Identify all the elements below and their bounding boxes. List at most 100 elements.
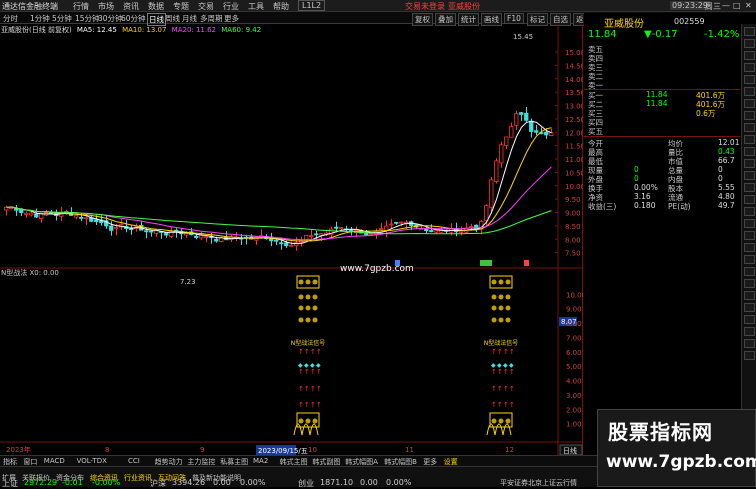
sidebar-icon[interactable]: [744, 327, 755, 336]
sidebar-icon[interactable]: [744, 339, 755, 348]
sidebar-icon[interactable]: [744, 183, 755, 192]
price-axis-label: 12.50: [565, 116, 583, 124]
time-axis-label: 11: [405, 446, 414, 454]
indicator-title: N型战法 X0: 0.00: [1, 269, 59, 277]
period-more[interactable]: 更多: [224, 13, 239, 24]
close-icon[interactable]: ✕: [745, 1, 752, 10]
signal-coin: [505, 294, 511, 300]
sidebar-icon[interactable]: [744, 207, 755, 216]
period-15min[interactable]: 15分钟: [75, 13, 100, 24]
sidebar-icon[interactable]: [744, 63, 755, 72]
sidebar-icon[interactable]: [744, 279, 755, 288]
period-5min[interactable]: 5分钟: [52, 13, 72, 24]
period-weekly[interactable]: 周线: [165, 13, 180, 24]
cy-label[interactable]: 创业: [298, 478, 314, 489]
candle-body: [289, 244, 294, 247]
stats-row: 收益(三) 0.180 PE(动) 49.7: [586, 201, 740, 211]
sidebar-icon[interactable]: [744, 315, 755, 324]
hs-value: 3394.26: [172, 478, 206, 487]
price-axis-label: 13.50: [565, 89, 583, 97]
hs-label[interactable]: 沪深: [150, 478, 166, 489]
ma5-line: [6, 120, 552, 245]
maximize-icon[interactable]: □: [733, 1, 741, 10]
candle-body: [529, 120, 534, 132]
cy-pct: 0.00%: [386, 478, 412, 487]
indicator-tab[interactable]: MACD: [44, 457, 65, 465]
sidebar-icon[interactable]: [744, 195, 755, 204]
kline-chart[interactable]: 15.00 14.50 14.00 13.50 13.00 12.50 12.00 11.50…: [0, 24, 586, 456]
sidebar-icon[interactable]: [744, 231, 755, 240]
menu-help[interactable]: 帮助: [273, 1, 289, 12]
indicator-tab[interactable]: MA2: [253, 457, 268, 465]
promo-title: 股票指标网: [608, 420, 713, 444]
sidebar-icon[interactable]: [744, 291, 755, 300]
sidebar-icon[interactable]: [744, 111, 755, 120]
sidebar-icon[interactable]: [744, 159, 755, 168]
up-arrow-icon: ↑: [491, 348, 497, 356]
extension-tab[interactable]: 行业资讯: [124, 473, 152, 483]
menu-quote[interactable]: 行情: [73, 1, 89, 12]
sidebar-icon[interactable]: [744, 39, 755, 48]
sidebar-icon[interactable]: [744, 219, 755, 228]
menu-market[interactable]: 市场: [98, 1, 114, 12]
sidebar-icon[interactable]: [744, 87, 755, 96]
ma-legend: 亚威股份(日线 前复权) MA5: 12.45 MA10: 13.07 MA20…: [1, 25, 264, 35]
period-monthly[interactable]: 月线: [182, 13, 197, 24]
chart-area[interactable]: 15.00 14.50 14.00 13.50 13.00 12.50 12.00 11.50…: [0, 24, 586, 456]
up-arrow-icon: ↑: [310, 401, 316, 409]
indicator-axis-label: 10.00: [566, 291, 583, 299]
period-60min[interactable]: 60分钟: [121, 13, 146, 24]
level-box[interactable]: L1L2: [298, 0, 326, 11]
sh-label[interactable]: 上证: [2, 478, 18, 489]
sidebar-icon[interactable]: [744, 147, 755, 156]
up-arrow-icon: ↑: [491, 368, 497, 376]
up-arrow-icon: ↑: [497, 401, 503, 409]
menu-data[interactable]: 数据: [148, 1, 164, 12]
minimize-icon[interactable]: —: [722, 1, 730, 10]
period-1min[interactable]: 1分钟: [30, 13, 50, 24]
price-axis-label: 11.00: [565, 156, 583, 164]
sidebar-icon[interactable]: [744, 267, 755, 276]
up-arrow-icon: ↑: [304, 401, 310, 409]
candle-body: [319, 233, 324, 236]
menu-industry[interactable]: 行业: [223, 1, 239, 12]
indicator-axis-label: 7.00: [566, 334, 582, 342]
menu-tools[interactable]: 工具: [248, 1, 264, 12]
sidebar-icon[interactable]: [744, 51, 755, 60]
price-axis-label: 8.50: [565, 223, 581, 231]
event-marker: [480, 260, 492, 266]
sidebar-icon[interactable]: [744, 303, 755, 312]
f10-button[interactable]: F10: [504, 13, 524, 24]
up-arrow-icon: ↑: [503, 385, 509, 393]
menu-trade[interactable]: 交易: [198, 1, 214, 12]
indicator-tab[interactable]: CCI: [128, 457, 140, 465]
indicator-axis-label: 3.00: [566, 392, 582, 400]
indicator-tab[interactable]: VOL-TDX: [77, 457, 107, 465]
sidebar-icon[interactable]: [744, 135, 755, 144]
sidebar-icon[interactable]: [744, 123, 755, 132]
sidebar-icon[interactable]: [744, 255, 755, 264]
sidebar-icon[interactable]: [744, 171, 755, 180]
ma20-line: [6, 166, 552, 241]
sidebar-icon[interactable]: [744, 243, 755, 252]
sidebar-icon[interactable]: [744, 27, 755, 36]
period-fenshi[interactable]: 分时: [3, 13, 18, 24]
up-arrow-icon: ↑: [509, 385, 515, 393]
sidebar-icon[interactable]: [744, 99, 755, 108]
sh-change: -0.01: [62, 478, 83, 487]
candle-body: [389, 223, 394, 226]
sidebar-icon[interactable]: [744, 351, 755, 360]
candle-body: [274, 239, 279, 242]
signal-base-curve: [293, 423, 319, 436]
up-arrow-icon: ↑: [503, 401, 509, 409]
up-arrow-icon: ↑: [316, 368, 322, 376]
period-30min[interactable]: 30分钟: [98, 13, 123, 24]
menu-topic[interactable]: 专题: [173, 1, 189, 12]
price-axis-label: 9.50: [565, 196, 581, 204]
period-multi[interactable]: 多周期: [200, 13, 223, 24]
signal-coin: [312, 418, 318, 424]
menu-news[interactable]: 资讯: [123, 1, 139, 12]
current-stock-title: 亚威股份: [448, 2, 480, 11]
hs-pct: 0.00%: [240, 478, 266, 487]
sidebar-icon[interactable]: [744, 75, 755, 84]
